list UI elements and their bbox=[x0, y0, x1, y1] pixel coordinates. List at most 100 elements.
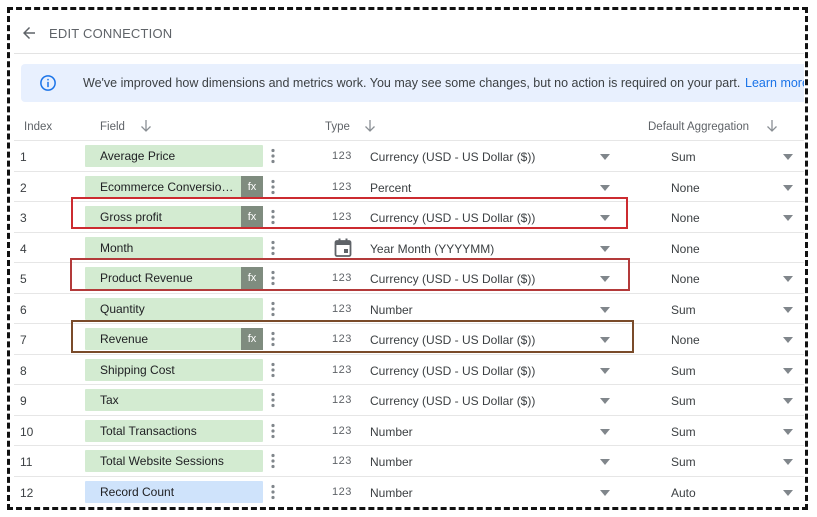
field-name: Ecommerce Conversion Rate bbox=[100, 179, 236, 194]
field-chip[interactable]: Average Price bbox=[85, 145, 263, 167]
dropdown-caret-icon[interactable] bbox=[783, 276, 793, 282]
dropdown-caret-icon[interactable] bbox=[600, 459, 610, 465]
field-chip[interactable]: Revenue bbox=[85, 328, 263, 350]
aggregation-select[interactable]: None bbox=[671, 333, 700, 347]
more-vert-icon[interactable] bbox=[270, 453, 276, 469]
row-index: 3 bbox=[20, 211, 27, 225]
field-chip[interactable]: Total Website Sessions bbox=[85, 450, 263, 472]
column-header-type[interactable]: Type bbox=[325, 121, 350, 133]
dropdown-caret-icon[interactable] bbox=[600, 367, 610, 374]
info-banner: We've improved how dimensions and metric… bbox=[21, 64, 804, 102]
dropdown-caret-icon[interactable] bbox=[783, 337, 793, 343]
table-row: 3 Gross profit fx 123 Currency (USD - US Dol… bbox=[14, 201, 804, 232]
sort-arrow-down-icon[interactable] bbox=[139, 118, 153, 134]
number-type-icon: 123 bbox=[332, 394, 352, 406]
dropdown-caret-icon[interactable] bbox=[600, 337, 610, 343]
dropdown-caret-icon[interactable] bbox=[600, 276, 610, 282]
dropdown-caret-icon[interactable] bbox=[783, 367, 793, 374]
dropdown-caret-icon[interactable] bbox=[600, 184, 610, 191]
field-chip[interactable]: Record Count bbox=[85, 480, 263, 503]
info-icon bbox=[40, 75, 56, 91]
aggregation-select[interactable]: None bbox=[671, 272, 700, 286]
field-chip[interactable]: Quantity bbox=[85, 297, 263, 320]
field-chip[interactable]: Gross profit bbox=[85, 206, 263, 228]
more-vert-icon[interactable] bbox=[270, 179, 276, 195]
more-vert-icon[interactable] bbox=[270, 270, 276, 286]
dropdown-caret-icon[interactable] bbox=[783, 459, 793, 465]
calculated-field-fx-icon[interactable]: fx bbox=[241, 328, 263, 350]
dropdown-caret-icon[interactable] bbox=[600, 245, 610, 252]
table-row: 8 Shipping Cost 123 Currency (USD - US Doll… bbox=[14, 353, 804, 385]
more-vert-icon[interactable] bbox=[270, 148, 276, 164]
type-select[interactable]: Currency (USD - US Dollar ($)) bbox=[370, 394, 535, 408]
dropdown-caret-icon[interactable] bbox=[600, 489, 610, 496]
aggregation-select[interactable]: Sum bbox=[671, 150, 696, 164]
back-arrow-icon[interactable] bbox=[20, 24, 38, 42]
field-name: Quantity bbox=[100, 301, 145, 316]
field-chip[interactable]: Shipping Cost bbox=[85, 358, 263, 381]
aggregation-select[interactable]: Sum bbox=[671, 364, 696, 378]
field-chip[interactable]: Total Transactions bbox=[85, 419, 263, 442]
field-chip[interactable]: Tax bbox=[85, 389, 263, 411]
dropdown-caret-icon[interactable] bbox=[600, 428, 610, 435]
aggregation-select[interactable]: Sum bbox=[671, 425, 696, 439]
sort-arrow-down-icon[interactable] bbox=[363, 118, 377, 134]
dropdown-caret-icon[interactable] bbox=[600, 398, 610, 404]
column-header-index: Index bbox=[24, 121, 53, 133]
type-select[interactable]: Currency (USD - US Dollar ($)) bbox=[370, 364, 535, 378]
dropdown-caret-icon[interactable] bbox=[600, 154, 610, 160]
field-chip[interactable]: Ecommerce Conversion Rate bbox=[85, 175, 263, 198]
column-header-default-aggregation[interactable]: Default Aggregation bbox=[648, 121, 749, 133]
aggregation-select[interactable]: Sum bbox=[671, 303, 696, 317]
field-name: Month bbox=[100, 240, 134, 255]
aggregation-select[interactable]: Sum bbox=[671, 394, 696, 408]
sort-arrow-down-icon[interactable] bbox=[765, 118, 779, 134]
dropdown-caret-icon[interactable] bbox=[783, 428, 793, 435]
row-index: 7 bbox=[20, 333, 27, 347]
type-select[interactable]: Currency (USD - US Dollar ($)) bbox=[370, 333, 535, 347]
dropdown-caret-icon[interactable] bbox=[783, 215, 793, 221]
dropdown-caret-icon[interactable] bbox=[783, 306, 793, 313]
aggregation-select[interactable]: None bbox=[671, 211, 700, 225]
type-select[interactable]: Currency (USD - US Dollar ($)) bbox=[370, 150, 535, 164]
field-chip[interactable]: Month bbox=[85, 236, 263, 259]
learn-more-link[interactable]: Learn more bbox=[745, 76, 804, 90]
number-type-icon: 123 bbox=[332, 455, 352, 467]
column-header-field[interactable]: Field bbox=[100, 121, 125, 133]
aggregation-select[interactable]: None bbox=[671, 242, 700, 256]
field-name: Total Transactions bbox=[100, 423, 197, 438]
calculated-field-fx-icon[interactable]: fx bbox=[241, 267, 263, 289]
more-vert-icon[interactable] bbox=[270, 484, 276, 500]
more-vert-icon[interactable] bbox=[270, 240, 276, 256]
dropdown-caret-icon[interactable] bbox=[783, 184, 793, 191]
type-select[interactable]: Percent bbox=[370, 181, 411, 195]
more-vert-icon[interactable] bbox=[270, 209, 276, 225]
more-vert-icon[interactable] bbox=[270, 301, 276, 317]
dropdown-caret-icon[interactable] bbox=[783, 154, 793, 160]
aggregation-select[interactable]: Auto bbox=[671, 486, 696, 500]
type-select[interactable]: Number bbox=[370, 303, 413, 317]
dropdown-caret-icon[interactable] bbox=[600, 306, 610, 313]
type-select[interactable]: Number bbox=[370, 455, 413, 469]
aggregation-select[interactable]: None bbox=[671, 181, 700, 195]
more-vert-icon[interactable] bbox=[270, 331, 276, 347]
more-vert-icon[interactable] bbox=[270, 362, 276, 378]
dropdown-caret-icon[interactable] bbox=[783, 398, 793, 404]
row-index: 2 bbox=[20, 180, 27, 195]
aggregation-select[interactable]: Sum bbox=[671, 455, 696, 469]
field-name: Tax bbox=[100, 393, 119, 407]
type-select[interactable]: Number bbox=[370, 486, 413, 500]
calculated-field-fx-icon[interactable]: fx bbox=[241, 206, 263, 228]
type-select[interactable]: Currency (USD - US Dollar ($)) bbox=[370, 272, 535, 286]
type-select[interactable]: Currency (USD - US Dollar ($)) bbox=[370, 211, 535, 225]
calculated-field-fx-icon[interactable]: fx bbox=[241, 175, 263, 198]
dropdown-caret-icon[interactable] bbox=[783, 489, 793, 496]
more-vert-icon[interactable] bbox=[270, 423, 276, 439]
row-index: 8 bbox=[20, 363, 27, 378]
type-select[interactable]: Number bbox=[370, 425, 413, 439]
more-vert-icon[interactable] bbox=[270, 392, 276, 408]
dropdown-caret-icon[interactable] bbox=[600, 215, 610, 221]
type-select[interactable]: Year Month (YYYYMM) bbox=[370, 242, 494, 256]
table-row: 2 Ecommerce Conversion Rate fx 123 Percent No… bbox=[14, 170, 804, 202]
field-chip[interactable]: Product Revenue bbox=[85, 267, 263, 289]
